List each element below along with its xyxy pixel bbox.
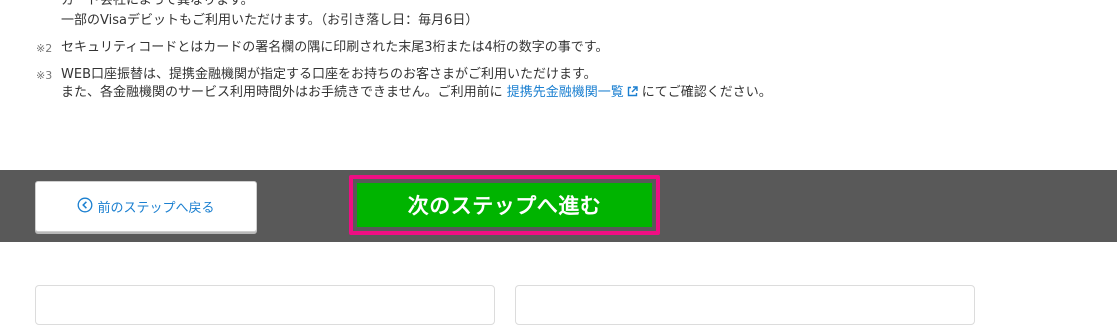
chevron-left-circle-icon [77,197,93,217]
previous-step-button[interactable]: 前のステップへ戻る [35,181,257,232]
note-text-cut: カード会社によって異なります。 [61,0,254,8]
note-web-transfer-line2: また、各金融機関のサービス利用時間外はお手続きできません。ご利用前に 提携先金融… [61,84,772,103]
step-navigation-bar: 前のステップへ戻る 次のステップへ進む [0,170,1117,242]
previous-step-label: 前のステップへ戻る [97,201,215,216]
next-step-highlight: 次のステップへ進む [349,175,660,235]
note-mark-2: ※2 [36,42,53,55]
note-security-code: セキュリティコードとはカードの署名欄の隅に印刷された末尾3桁または4桁の数字の事… [61,40,609,55]
next-step-button[interactable]: 次のステップへ進む [357,183,652,227]
note-web-transfer-before: また、各金融機関のサービス利用時間外はお手続きできません。ご利用前に [61,85,503,100]
note-web-transfer-after: にてご確認ください。 [641,85,772,100]
partner-banks-link[interactable]: 提携先金融機関一覧 [507,85,624,100]
external-link-icon [627,85,638,103]
note-web-transfer-line1: WEB口座振替は、提携金融機関が指定する口座をお持ちのお客さまがご利用いただけま… [61,67,597,82]
content-card-left [35,285,495,325]
notes-section: カード会社によって異なります。 一部のVisaデビットもご利用いただけます。（お… [0,0,1117,170]
note-mark-3: ※3 [36,69,53,82]
note-text-visa-debit: 一部のVisaデビットもご利用いただけます。（お引き落し日：毎月6日） [61,13,479,28]
content-card-right [515,285,975,325]
